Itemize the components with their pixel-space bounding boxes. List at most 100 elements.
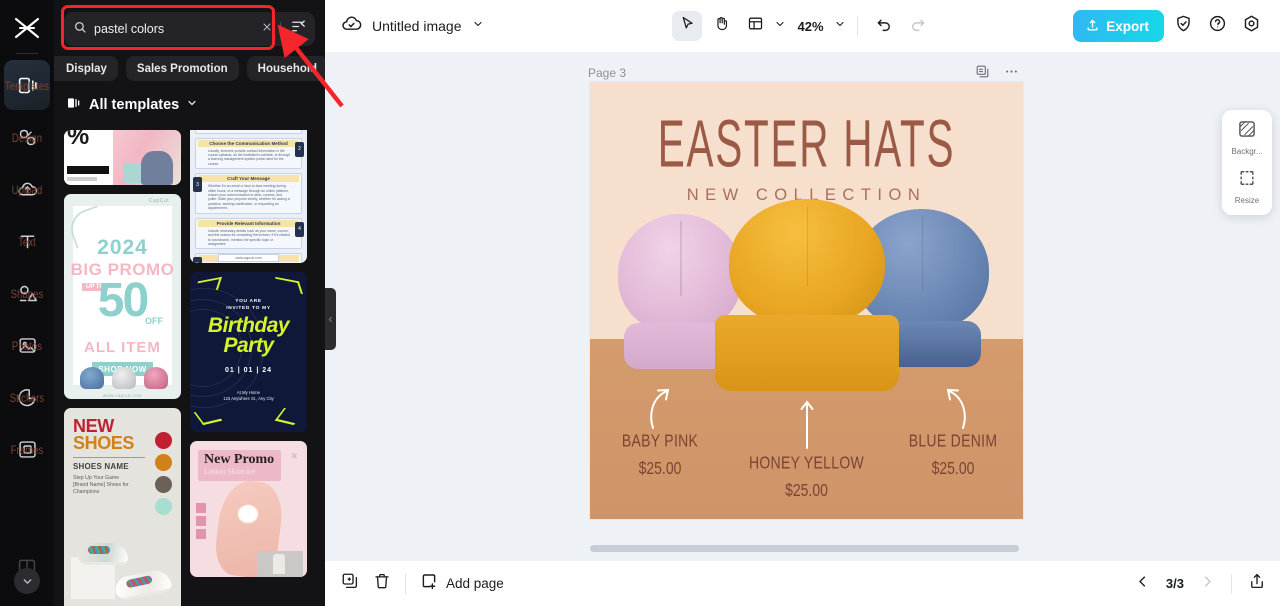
share-button[interactable] [1248,572,1266,595]
delete-page-button[interactable] [373,572,391,595]
product-name: HONEY YELLOW [748,452,865,472]
chip-display[interactable]: Display [54,56,118,81]
app-root: Templates Design Upload Text Shapes Phot… [0,0,1280,606]
sidebar-label-frames: Frames [10,443,44,458]
background-tool[interactable]: Backgr... [1231,119,1263,156]
steps-title: Provide Relevant Information [198,219,299,227]
redo-button[interactable] [903,11,933,41]
document-title-group[interactable]: Untitled image [341,13,484,39]
template-card-fashion[interactable]: % [64,130,181,185]
sidebar-item-upload[interactable]: Upload [4,164,50,214]
document-title: Untitled image [372,18,462,34]
prev-page-button[interactable] [1135,574,1150,594]
add-page-button[interactable]: Add page [420,572,504,595]
chip-household[interactable]: Household [246,56,325,81]
product-name: BLUE DENIM [908,430,998,450]
steps-body: Usually, lecturers provide contact infor… [208,148,291,166]
fashion-photo [113,130,181,185]
search-input[interactable]: pastel colors [64,12,313,46]
search-row: pastel colors [54,0,325,50]
hand-icon [713,15,730,37]
bottom-bar: Add page 3/3 [325,560,1280,606]
template-card-birthday[interactable]: YOU ARE INVITED TO MY Birthday Party 01 … [190,272,307,432]
shoes-photo-2 [113,567,173,603]
shield-button[interactable] [1168,11,1198,41]
shoes-swatches [155,432,172,515]
add-page-icon [420,572,438,595]
help-circle-icon [1208,14,1227,38]
layout-chevron-down-icon[interactable] [774,17,786,35]
page-actions [975,64,1019,84]
select-tool-button[interactable] [672,11,703,41]
sidebar-item-design[interactable]: Design [4,112,50,162]
resize-tool[interactable]: Resize [1235,168,1259,205]
background-icon [1237,119,1257,144]
more-horizontal-icon[interactable] [1004,64,1019,84]
duplicate-icon[interactable] [975,64,990,84]
canvas-area[interactable]: Page 3 EASTER HATS NEW COLLECTION BABY P… [325,52,1280,560]
undo-button[interactable] [869,11,899,41]
zoom-level[interactable]: 42% [797,19,823,34]
help-button[interactable] [1202,11,1232,41]
main-area: Untitled image 42% Export Page 3 EASTER … [325,0,1280,606]
sidebar-item-text[interactable]: Text [4,216,50,266]
template-card-steps[interactable]: 1 Usually, lecturers provide contact inf… [190,130,307,263]
shoes-rule [73,457,145,458]
settings-button[interactable] [1236,11,1266,41]
panel-collapse-handle[interactable] [325,288,336,350]
steps-item: 2 Choose the Communication Method Usuall… [195,137,304,170]
sidebar-label-stickers: Stickers [9,391,45,406]
app-logo[interactable] [0,6,54,50]
sidebar-item-photos[interactable]: Photos [4,320,50,370]
template-card-lotion[interactable]: New Promo Lotion Skincare ✕ [190,441,307,577]
sidebar-more-button[interactable] [14,568,40,594]
birthday-title: Birthday Party [190,315,307,356]
sidebar-label-photos: Photos [11,339,43,354]
steps-item: 3 Craft Your Message Whether it's an ema… [193,173,302,214]
export-button[interactable]: Export [1073,10,1164,42]
hand-tool-button[interactable] [706,11,736,41]
template-card-new-shoes[interactable]: NEW SHOES SHOES NAME Step Up Your Game [… [64,408,181,606]
document-title-chevron-down-icon[interactable] [472,17,484,35]
birthday-address: 123 Anywhere St., Any City [223,396,274,401]
add-page-label: Add page [446,576,504,591]
arrow-honey-yellow [800,400,814,449]
canvas-horizontal-scrollbar[interactable] [590,545,1019,552]
promo-headphone-1 [80,367,104,389]
sidebar-item-shapes[interactable]: Shapes [4,268,50,318]
shoes-photo-1 [78,543,128,565]
cloud-saved-icon [341,13,362,39]
arrow-baby-pink [650,388,670,429]
shoes-swatch-4 [155,498,172,515]
all-templates-dropdown[interactable]: All templates [54,81,325,123]
promo-brand: CapCut [149,198,169,204]
sidebar-item-templates[interactable]: Templates [4,60,50,110]
steps-title: Choose the Communication Method [198,139,299,147]
arrow-blue-denim [946,388,966,429]
clear-search-icon[interactable] [261,20,273,38]
duplicate-page-button[interactable] [341,572,359,595]
left-rail: Templates Design Upload Text Shapes Phot… [0,0,54,606]
promo-headphone-2 [112,367,136,389]
filter-button[interactable] [281,12,315,46]
lotion-title-band: New Promo Lotion Skincare [198,450,281,481]
sidebar-item-frames[interactable]: Frames [4,424,50,474]
layout-tool-button[interactable] [740,11,770,41]
artboard[interactable]: EASTER HATS NEW COLLECTION BABY PINK $25… [590,82,1023,519]
top-toolbar: Untitled image 42% Export [325,0,1280,52]
zoom-chevron-down-icon[interactable] [834,17,846,35]
sidebar-item-stickers[interactable]: Stickers [4,372,50,422]
steps-item: 4 Provide Relevant Information Include n… [195,217,304,250]
template-card-big-promo[interactable]: CapCut 2024 BIG PROMO UP TO 50 OFF ALL I… [64,194,181,399]
next-page-button[interactable] [1200,574,1215,594]
template-grid[interactable]: % CapCut 2024 BIG PROMO UP TO 50 OFF ALL… [54,130,325,606]
lotion-cream-blob [238,505,258,523]
steps-item: 1 Usually, lecturers provide contact inf… [195,130,302,134]
fashion-percent: % [67,130,89,150]
chip-sales-promotion[interactable]: Sales Promotion [125,56,239,81]
shoes-swatch-3 [155,476,172,493]
birthday-date: 01 | 01 | 24 [224,367,273,374]
template-column-right: 1 Usually, lecturers provide contact inf… [190,130,307,606]
search-icon [73,20,87,39]
steps-body: Include necessary details such as your n… [208,228,290,246]
